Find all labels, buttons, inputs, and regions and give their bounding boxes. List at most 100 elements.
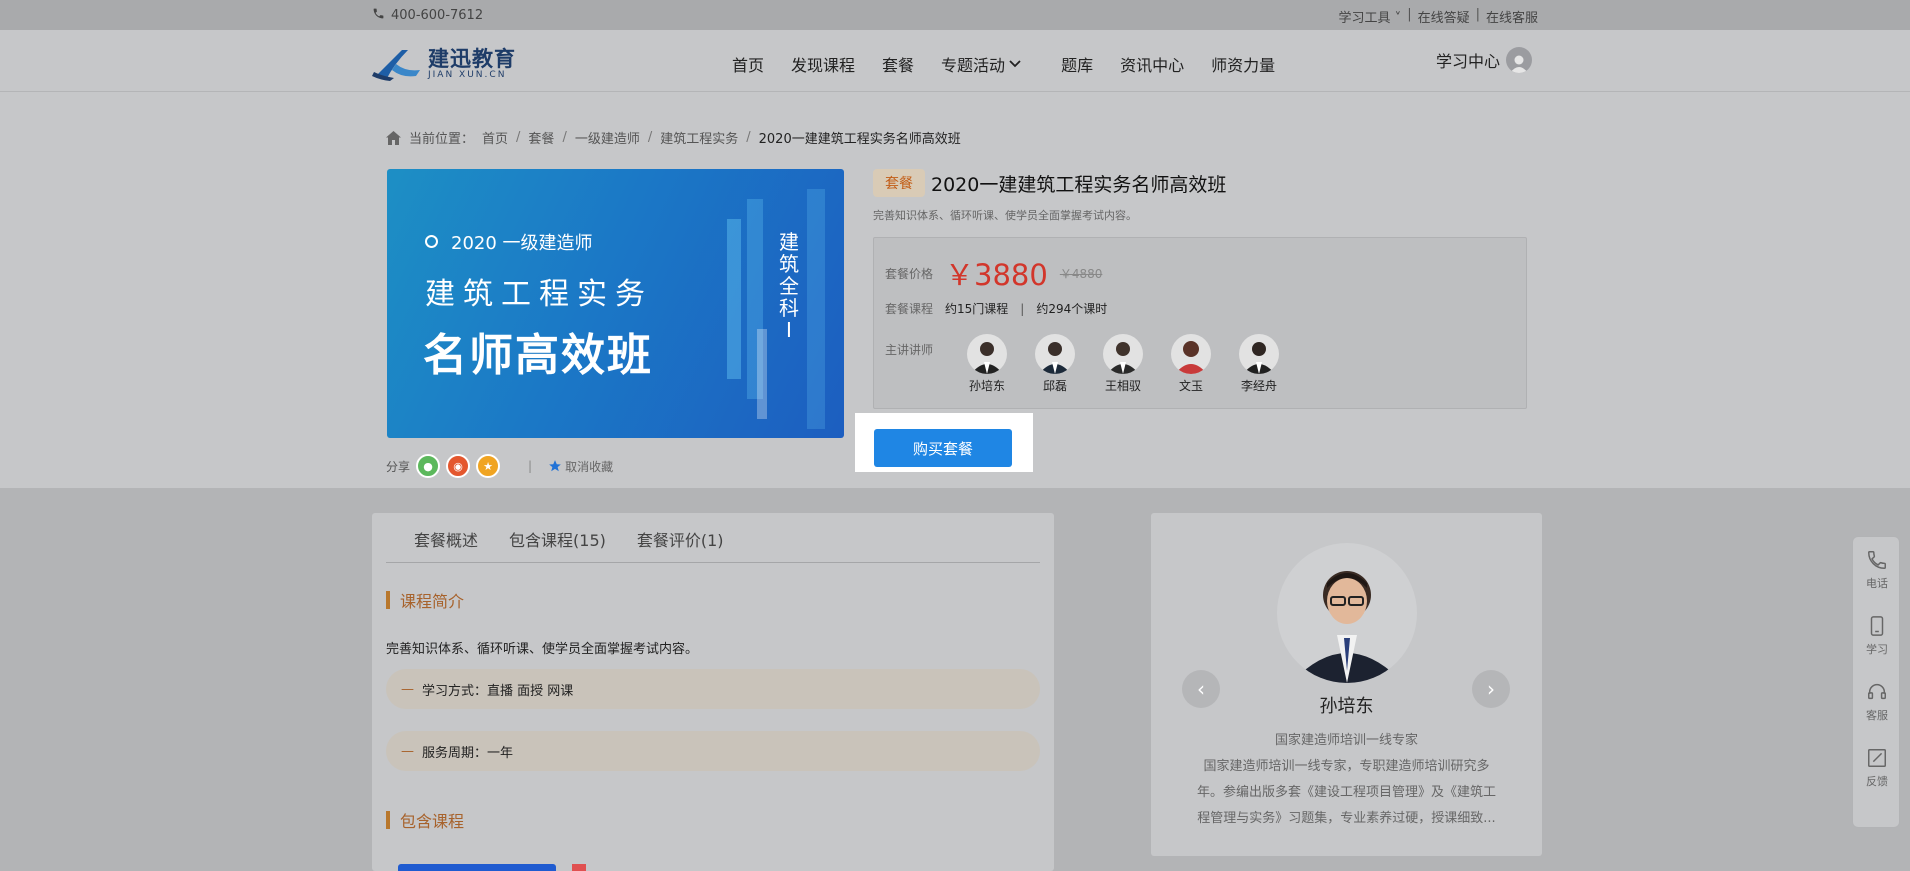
breadcrumb-label: 当前位置： bbox=[409, 132, 475, 147]
banner-vertical-text: 建筑全科Ⅰ bbox=[779, 230, 799, 342]
teacher-name: 孙培东 bbox=[968, 379, 1005, 393]
share-bar: 分享 ● ◉ ★ | 取消收藏 bbox=[386, 454, 613, 478]
tab-courses[interactable]: 包含课程(15) bbox=[509, 527, 606, 562]
dash-icon: — bbox=[401, 681, 414, 697]
teacher-item[interactable]: 邱磊 bbox=[1021, 334, 1089, 394]
main-nav: 建迅教育 JIAN XUN.CN 首页 发现课程 套餐 专题活动 题库 资讯中心… bbox=[0, 30, 1910, 92]
product-title: 2020一建建筑工程实务名师高效班 bbox=[931, 173, 1227, 196]
tab-overview[interactable]: 套餐概述 bbox=[414, 527, 478, 562]
section-heading-courses: 包含课程 bbox=[386, 808, 464, 832]
nav-menu: 首页 发现课程 套餐 专题活动 题库 资讯中心 师资力量 bbox=[732, 52, 1302, 76]
section-heading-intro: 课程简介 bbox=[386, 588, 464, 612]
teacher-card-name: 孙培东 bbox=[1319, 696, 1374, 717]
decor-shape bbox=[807, 189, 825, 429]
breadcrumb-item[interactable]: 首页 bbox=[482, 128, 508, 147]
nav-item-courses[interactable]: 发现课程 bbox=[791, 52, 855, 76]
teacher-name: 邱磊 bbox=[1042, 379, 1067, 393]
top-bar: 400-600-7612 学习工具 ˅ | 在线答疑 | 在线客服 bbox=[0, 0, 1910, 30]
logo[interactable]: 建迅教育 JIAN XUN.CN bbox=[372, 46, 516, 82]
chevron-down-icon bbox=[1009, 60, 1021, 68]
banner-line3: 名师高效班 bbox=[423, 330, 653, 381]
teacher-name: 李经舟 bbox=[1240, 379, 1277, 393]
chevron-down-icon: ˅ bbox=[1390, 11, 1402, 26]
favorite-toggle[interactable]: 取消收藏 bbox=[548, 458, 613, 475]
home-icon bbox=[386, 130, 401, 145]
nav-item-packages[interactable]: 套餐 bbox=[882, 52, 914, 76]
nav-item-teachers[interactable]: 师资力量 bbox=[1211, 52, 1275, 76]
nav-item-news[interactable]: 资讯中心 bbox=[1120, 52, 1184, 76]
logo-icon bbox=[372, 46, 424, 82]
course-banner-image: 2020 一级建造师 建筑工程实务 名师高效班 建筑全科Ⅰ bbox=[387, 169, 844, 438]
study-mode-pill: — 学习方式：直播 面授 网课 bbox=[386, 669, 1040, 709]
sidebar-item-phone[interactable]: 电话 bbox=[1853, 537, 1901, 603]
teacher-item[interactable]: 李经舟 bbox=[1225, 334, 1293, 394]
sidebar-label: 客服 bbox=[1866, 709, 1888, 722]
breadcrumb-item[interactable]: 一级建造师 bbox=[575, 128, 640, 147]
floating-sidebar: 电话 学习 客服 反馈 bbox=[1852, 536, 1900, 828]
buy-package-button[interactable]: 购买套餐 bbox=[874, 429, 1012, 467]
phone-number: 400-600-7612 bbox=[391, 8, 484, 23]
wechat-icon[interactable]: ● bbox=[416, 454, 441, 478]
divider: / bbox=[562, 130, 567, 145]
course-hours: 约294个课时 bbox=[1036, 302, 1108, 316]
breadcrumb-item[interactable]: 套餐 bbox=[528, 128, 554, 147]
breadcrumb-item[interactable]: 建筑工程实务 bbox=[660, 128, 738, 147]
teacher-photo bbox=[1277, 543, 1417, 683]
user-center[interactable]: 学习中心 bbox=[1436, 47, 1532, 73]
divider: / bbox=[746, 130, 751, 145]
phone-icon bbox=[372, 7, 385, 24]
teacher-item[interactable]: 孙培东 bbox=[953, 334, 1021, 394]
teacher-name: 王相驭 bbox=[1104, 379, 1141, 393]
teacher-list: 孙培东 邱磊 王相驭 文玉 李经舟 bbox=[953, 334, 1293, 394]
product-title-row: 套餐 2020一建建筑工程实务名师高效班 bbox=[873, 169, 1226, 197]
divider: | bbox=[1407, 7, 1412, 22]
nav-item-topics[interactable]: 专题活动 bbox=[941, 52, 1021, 76]
study-mode-text: 学习方式：直播 面授 网课 bbox=[422, 683, 574, 699]
divider: | bbox=[528, 459, 533, 473]
phone-info: 400-600-7612 bbox=[372, 7, 483, 24]
section-title: 包含课程 bbox=[400, 812, 465, 831]
sidebar-label: 学习 bbox=[1866, 643, 1888, 656]
teacher-avatar bbox=[1171, 334, 1211, 374]
sidebar-label: 电话 bbox=[1866, 577, 1888, 590]
circle-icon bbox=[425, 235, 438, 248]
user-center-label: 学习中心 bbox=[1435, 52, 1500, 71]
course-row: 套餐课程 约15门课程 | 约294个课时 bbox=[885, 300, 1107, 317]
dash-icon: — bbox=[401, 743, 414, 759]
teacher-avatar bbox=[967, 334, 1007, 374]
teacher-avatar bbox=[1035, 334, 1075, 374]
mobile-icon bbox=[1870, 616, 1884, 636]
divider: | bbox=[1020, 301, 1025, 316]
teacher-item[interactable]: 王相驭 bbox=[1089, 334, 1157, 394]
course-badge-icon bbox=[572, 864, 586, 871]
product-info-box: 套餐价格 ￥3880 ￥4880 套餐课程 约15门课程 | 约294个课时 主… bbox=[873, 237, 1527, 409]
weibo-icon[interactable]: ◉ bbox=[446, 454, 471, 478]
sidebar-item-feedback[interactable]: 反馈 bbox=[1853, 735, 1901, 801]
qzone-icon[interactable]: ★ bbox=[476, 454, 501, 478]
banner-line1: 2020 一级建造师 bbox=[451, 233, 593, 254]
phone-icon bbox=[1868, 551, 1886, 569]
headset-icon bbox=[1868, 684, 1886, 700]
online-service-link[interactable]: 在线客服 bbox=[1486, 7, 1538, 26]
intro-text: 完善知识体系、循环听课、使学员全面掌握考试内容。 bbox=[386, 642, 699, 657]
service-period-text: 服务周期：一年 bbox=[422, 745, 514, 761]
sidebar-item-study[interactable]: 学习 bbox=[1853, 603, 1901, 669]
teacher-item[interactable]: 文玉 bbox=[1157, 334, 1225, 394]
top-links: 学习工具 ˅ | 在线答疑 | 在线客服 bbox=[1339, 7, 1538, 26]
section-marker bbox=[386, 591, 390, 609]
breadcrumb: 当前位置： 首页 / 套餐 / 一级建造师 / 建筑工程实务 / 2020一建建筑工程实… bbox=[386, 128, 961, 147]
online-qa-link[interactable]: 在线答疑 bbox=[1418, 7, 1470, 26]
price-row: 套餐价格 ￥3880 ￥4880 bbox=[885, 252, 1102, 294]
course-thumbnail[interactable] bbox=[398, 864, 556, 871]
nav-item-question-bank[interactable]: 题库 bbox=[1061, 52, 1093, 76]
study-tools-link[interactable]: 学习工具 ˅ bbox=[1339, 7, 1402, 26]
tab-reviews[interactable]: 套餐评价(1) bbox=[637, 527, 724, 562]
decor-shape bbox=[727, 219, 741, 379]
decor-shape bbox=[757, 329, 767, 419]
service-period-pill: — 服务周期：一年 bbox=[386, 731, 1040, 771]
nav-item-home[interactable]: 首页 bbox=[732, 52, 764, 76]
teacher-avatar bbox=[1239, 334, 1279, 374]
sidebar-item-service[interactable]: 客服 bbox=[1853, 669, 1901, 735]
sidebar-label: 反馈 bbox=[1866, 775, 1888, 788]
product-description: 完善知识体系、循环听课、使学员全面掌握考试内容。 bbox=[873, 209, 1137, 222]
